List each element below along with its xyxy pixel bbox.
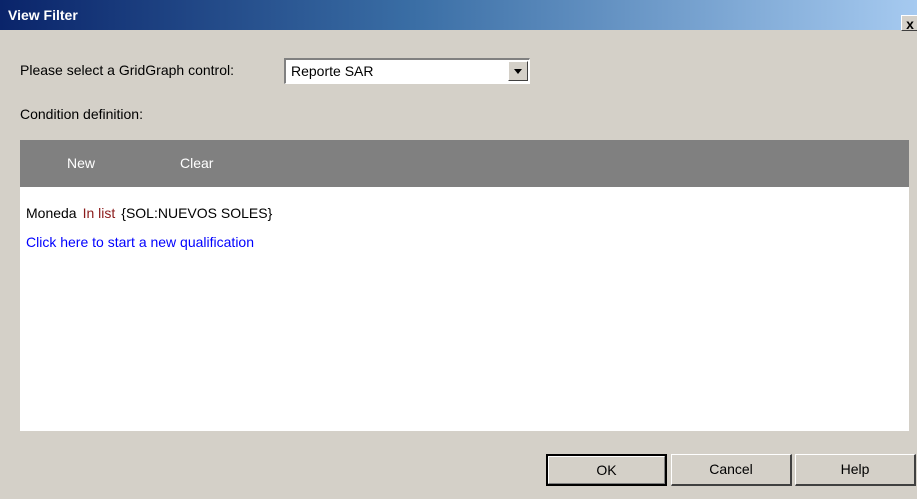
condition-definition-label: Condition definition:: [20, 106, 143, 122]
cancel-button[interactable]: Cancel: [671, 454, 792, 486]
help-button[interactable]: Help: [795, 454, 916, 486]
clear-conditions-button[interactable]: Clear: [180, 155, 213, 171]
ok-button-label: OK: [548, 456, 665, 484]
close-button[interactable]: x: [901, 15, 917, 32]
dropdown-arrow-icon[interactable]: [508, 61, 528, 81]
close-icon: x: [906, 16, 914, 32]
condition-value[interactable]: {SOL:NUEVOS SOLES}: [121, 205, 272, 221]
view-filter-dialog: View Filter x Please select a GridGraph …: [0, 0, 917, 499]
condition-panel: New Clear Moneda In list {SOL:NUEVOS SOLES…: [20, 140, 909, 431]
window-title: View Filter: [8, 7, 78, 23]
new-condition-button[interactable]: New: [67, 155, 95, 171]
condition-operator[interactable]: In list: [83, 205, 116, 221]
title-bar: View Filter x: [0, 0, 917, 32]
condition-toolbar: New Clear: [20, 140, 909, 187]
gridgraph-select-label: Please select a GridGraph control:: [20, 62, 234, 78]
gridgraph-select-value: Reporte SAR: [291, 63, 374, 79]
condition-row[interactable]: Moneda In list {SOL:NUEVOS SOLES}: [26, 205, 272, 221]
new-qualification-link[interactable]: Click here to start a new qualification: [26, 234, 254, 250]
condition-field[interactable]: Moneda: [26, 205, 77, 221]
ok-button[interactable]: OK: [546, 454, 667, 486]
gridgraph-select[interactable]: Reporte SAR: [284, 58, 530, 84]
